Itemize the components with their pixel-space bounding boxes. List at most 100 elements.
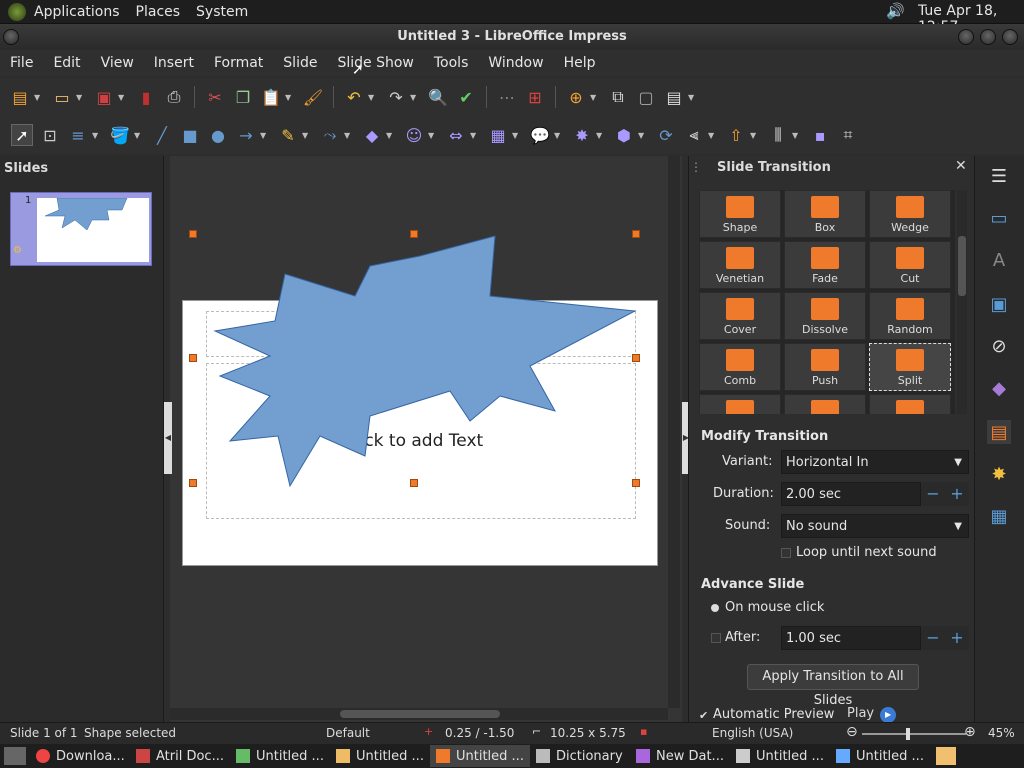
- transition-random[interactable]: Random: [869, 292, 951, 340]
- minimize-icon[interactable]: [958, 29, 974, 45]
- line-color-dropdown-icon[interactable]: ▼: [92, 131, 100, 140]
- sound-select[interactable]: No sound ▼: [781, 514, 969, 538]
- menu-slide[interactable]: Slide: [273, 55, 327, 71]
- document-modified-icon[interactable]: ▪: [640, 725, 647, 738]
- align-icon[interactable]: ⫷: [683, 124, 705, 146]
- task-dictionary[interactable]: Dictionary: [530, 745, 630, 767]
- collapse-left-handle-icon[interactable]: ◀: [164, 402, 172, 474]
- arrange-icon[interactable]: ⇧: [725, 124, 747, 146]
- horizontal-scrollbar-thumb[interactable]: [340, 710, 500, 718]
- zoom-slider[interactable]: [862, 728, 966, 740]
- fill-color-icon[interactable]: 🪣: [109, 124, 131, 146]
- new-slide-icon[interactable]: ⊕: [565, 86, 587, 108]
- resize-handle-s[interactable]: [410, 479, 418, 487]
- maximize-icon[interactable]: [980, 29, 996, 45]
- copy-icon[interactable]: ❐: [232, 86, 254, 108]
- print-icon[interactable]: ⎙: [163, 86, 185, 108]
- task-new-database[interactable]: New Dat...: [630, 745, 730, 767]
- task-untitled-writer[interactable]: Untitled ...: [830, 745, 930, 767]
- distro-logo-icon[interactable]: [8, 3, 26, 21]
- transition-shape[interactable]: Shape: [699, 190, 781, 238]
- vertical-scrollbar[interactable]: [668, 156, 680, 708]
- export-pdf-icon[interactable]: ▮: [135, 86, 157, 108]
- curves-icon[interactable]: ✎: [277, 124, 299, 146]
- show-desktop-icon[interactable]: [4, 747, 26, 765]
- snap-lines-icon[interactable]: ⊞: [524, 86, 546, 108]
- grid-icon[interactable]: ⋯: [496, 86, 518, 108]
- find-replace-icon[interactable]: 🔍: [427, 86, 449, 108]
- menu-edit[interactable]: Edit: [43, 55, 90, 71]
- ellipse-icon[interactable]: ●: [207, 124, 229, 146]
- transition-more-1[interactable]: [699, 394, 781, 414]
- window-titlebar[interactable]: Untitled 3 - LibreOffice Impress: [0, 24, 1024, 50]
- callouts-icon[interactable]: 💬: [529, 124, 551, 146]
- transition-cover[interactable]: Cover: [699, 292, 781, 340]
- volume-icon[interactable]: 🔊: [886, 2, 905, 20]
- status-zoom[interactable]: 45%: [988, 726, 1015, 740]
- curves-dropdown-icon[interactable]: ▼: [302, 131, 310, 140]
- open-dropdown-icon[interactable]: ▼: [76, 93, 84, 102]
- system-menu[interactable]: System: [188, 4, 256, 20]
- transition-wedge[interactable]: Wedge: [869, 190, 951, 238]
- spelling-icon[interactable]: ✔: [455, 86, 477, 108]
- styles-icon[interactable]: A: [987, 248, 1011, 272]
- menu-help[interactable]: Help: [554, 55, 606, 71]
- menu-view[interactable]: View: [91, 55, 144, 71]
- distribute-dropdown-icon[interactable]: ▼: [792, 131, 800, 140]
- resize-handle-sw[interactable]: [189, 479, 197, 487]
- slide[interactable]: Click to add Text: [182, 300, 658, 566]
- task-untitled-draw[interactable]: Untitled ...: [330, 745, 430, 767]
- play-button[interactable]: Play ▶: [839, 704, 905, 724]
- delete-slide-icon[interactable]: ▢: [635, 86, 657, 108]
- align-dropdown-icon[interactable]: ▼: [708, 131, 716, 140]
- transition-fade[interactable]: Fade: [784, 241, 866, 289]
- transition-cut[interactable]: Cut: [869, 241, 951, 289]
- after-checkbox[interactable]: [711, 633, 721, 643]
- gallery-scrollbar[interactable]: [957, 190, 967, 414]
- after-decrease-icon[interactable]: −: [921, 626, 945, 650]
- block-arrows-dropdown-icon[interactable]: ▼: [470, 131, 478, 140]
- paste-dropdown-icon[interactable]: ▼: [285, 93, 293, 102]
- resize-handle-se[interactable]: [632, 479, 640, 487]
- resize-handle-n[interactable]: [410, 230, 418, 238]
- sidebar-menu-icon[interactable]: ☰: [987, 164, 1011, 188]
- stars-icon[interactable]: ✸: [571, 124, 593, 146]
- redo-dropdown-icon[interactable]: ▼: [410, 93, 418, 102]
- gallery-scrollbar-thumb[interactable]: [958, 236, 966, 296]
- symbol-shapes-icon[interactable]: ☺: [403, 124, 425, 146]
- shadow-icon[interactable]: ▪: [809, 124, 831, 146]
- zoom-slider-thumb[interactable]: [906, 728, 910, 740]
- duplicate-slide-icon[interactable]: ⧉: [607, 86, 629, 108]
- resize-handle-w[interactable]: [189, 354, 197, 362]
- basic-shapes-dropdown-icon[interactable]: ▼: [386, 131, 394, 140]
- transition-comb[interactable]: Comb: [699, 343, 781, 391]
- line-tool-icon[interactable]: ╱: [151, 124, 173, 146]
- slide-canvas-area[interactable]: Click to add Text ◀ ▶: [164, 156, 690, 722]
- lines-dropdown-icon[interactable]: ▼: [260, 131, 268, 140]
- fill-color-dropdown-icon[interactable]: ▼: [134, 131, 142, 140]
- 3d-objects-icon[interactable]: ⬢: [613, 124, 635, 146]
- master-slides-icon[interactable]: ▦: [987, 504, 1011, 528]
- slide-thumbnail[interactable]: 1 ⚙: [10, 192, 152, 266]
- on-click-radio[interactable]: [711, 604, 719, 612]
- workspace-switcher-icon[interactable]: [936, 747, 956, 765]
- transition-more-2[interactable]: [784, 394, 866, 414]
- transition-dissolve[interactable]: Dissolve: [784, 292, 866, 340]
- resize-handle-ne[interactable]: [632, 230, 640, 238]
- transition-venetian[interactable]: Venetian: [699, 241, 781, 289]
- horizontal-scrollbar[interactable]: [170, 708, 668, 720]
- after-field[interactable]: 1.00 sec: [781, 626, 921, 650]
- transition-more-3[interactable]: [869, 394, 951, 414]
- title-placeholder[interactable]: [206, 311, 636, 357]
- stars-dropdown-icon[interactable]: ▼: [596, 131, 604, 140]
- apply-to-all-button[interactable]: Apply Transition to All Slides: [747, 664, 919, 708]
- menu-file[interactable]: File: [0, 55, 43, 71]
- connectors-icon[interactable]: ⤳: [319, 124, 341, 146]
- save-dropdown-icon[interactable]: ▼: [118, 93, 126, 102]
- block-arrows-icon[interactable]: ⇔: [445, 124, 467, 146]
- properties-icon[interactable]: ▭: [987, 206, 1011, 230]
- status-language[interactable]: English (USA): [712, 726, 793, 740]
- flowchart-icon[interactable]: ▦: [487, 124, 509, 146]
- new-slide-dropdown-icon[interactable]: ▼: [590, 93, 598, 102]
- clone-formatting-icon[interactable]: 🖌: [302, 86, 324, 108]
